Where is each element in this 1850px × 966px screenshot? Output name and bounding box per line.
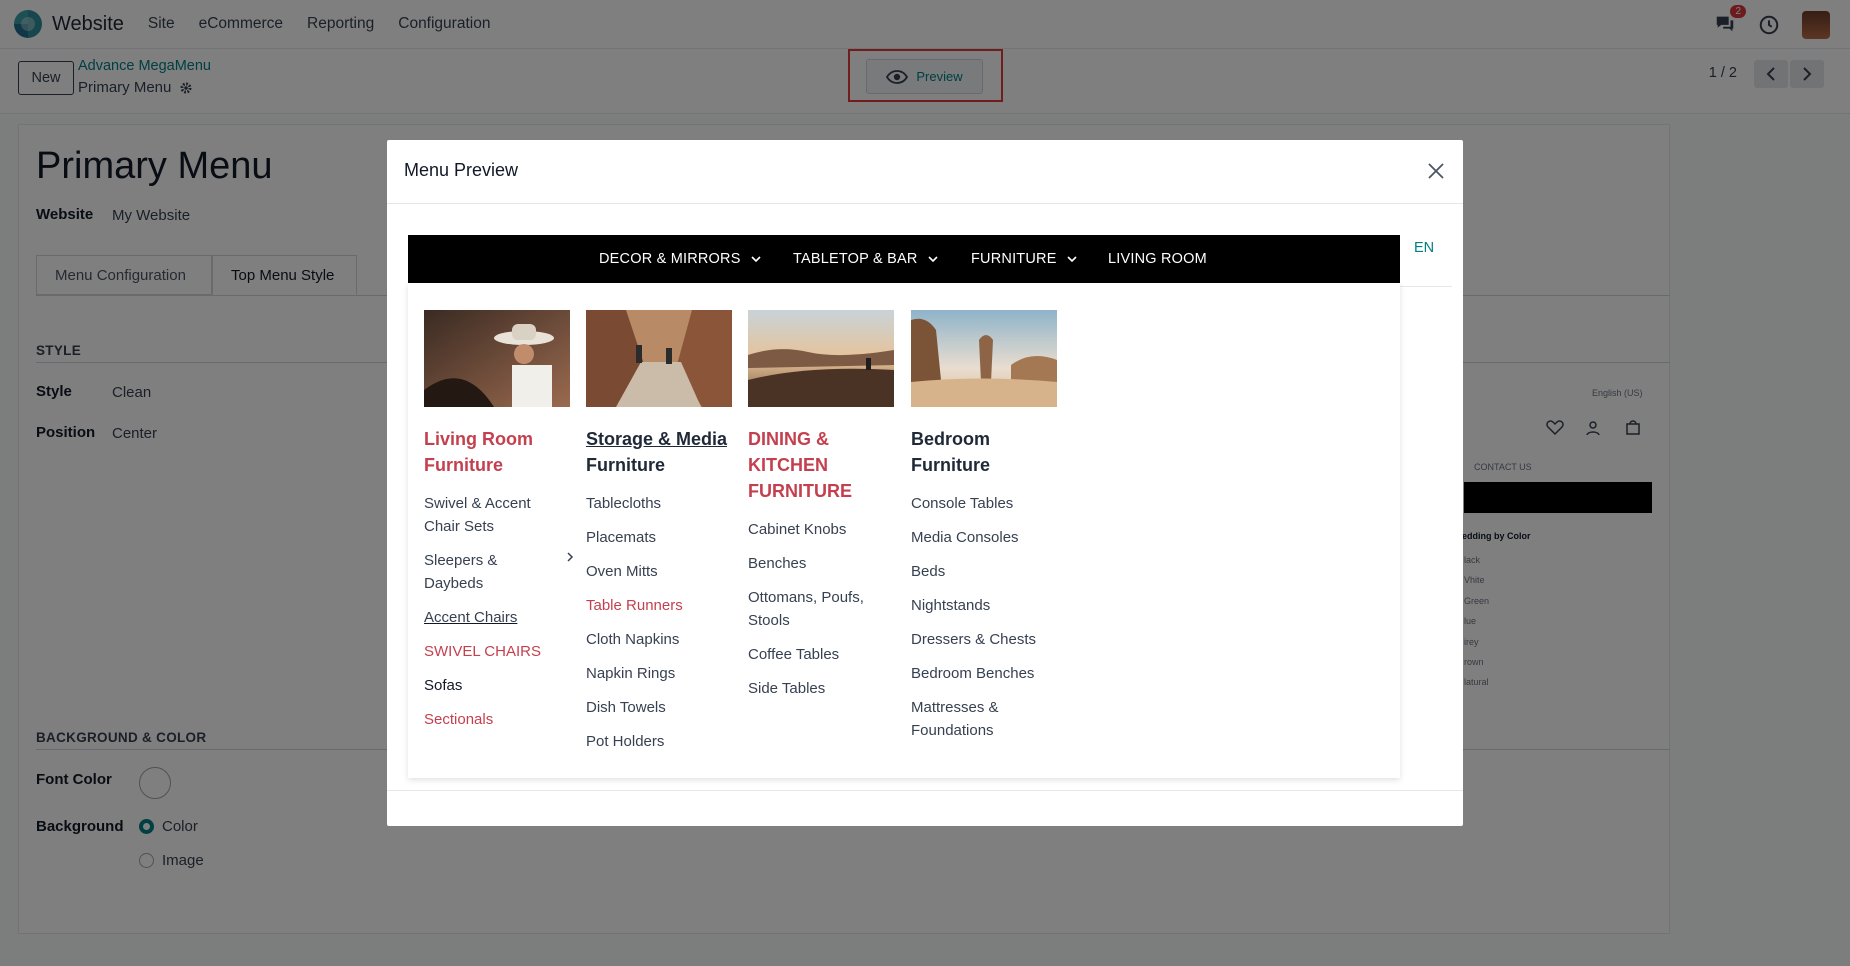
list-item[interactable]: Swivel & Accent Chair Sets — [424, 492, 544, 538]
column-heading[interactable]: Living Room Furniture — [424, 426, 574, 478]
list-item[interactable]: Sofas — [424, 674, 574, 697]
list-item[interactable]: Side Tables — [748, 677, 898, 700]
heading-line: Storage & Media — [586, 426, 736, 452]
list-item[interactable]: Pot Holders — [586, 730, 736, 753]
list-item[interactable]: Cloth Napkins — [586, 628, 736, 651]
dialog-footer-divider — [387, 790, 1463, 791]
list-item[interactable]: Table Runners — [586, 594, 736, 617]
list-item[interactable]: Sectionals — [424, 708, 574, 731]
list-item[interactable]: Console Tables — [911, 492, 1061, 515]
list-item[interactable]: Mattresses & Foundations — [911, 696, 1021, 742]
close-icon[interactable] — [1427, 162, 1445, 180]
megamenu-column-1: Living Room Furniture Swivel & Accent Ch… — [424, 310, 574, 742]
list-item[interactable]: Cabinet Knobs — [748, 518, 898, 541]
menu-preview-dialog: Menu Preview DECOR & MIRRORS TABLETOP & … — [387, 140, 1463, 826]
bedroom-image[interactable] — [911, 310, 1057, 407]
storage-media-image[interactable] — [586, 310, 732, 407]
heading-line: DINING & — [748, 429, 829, 449]
chevron-down-icon — [751, 256, 761, 262]
heading-text: Storage & Media — [586, 429, 728, 449]
menu-item-label: TABLETOP & BAR — [793, 251, 918, 267]
list-item[interactable]: Tablecloths — [586, 492, 736, 515]
list-item[interactable]: Bedroom Benches — [911, 662, 1061, 685]
list-item[interactable]: Dish Towels — [586, 696, 736, 719]
heading-line: Furniture — [586, 455, 665, 475]
menu-item-label: FURNITURE — [971, 251, 1057, 267]
column-heading[interactable]: Storage & Media Furniture — [586, 426, 736, 478]
megamenu-dropdown: Living Room Furniture Swivel & Accent Ch… — [408, 283, 1400, 778]
megamenu-column-3: DINING & KITCHEN FURNITURE Cabinet Knobs… — [748, 310, 898, 711]
menu-item-tabletop-bar[interactable]: TABLETOP & BAR — [793, 235, 938, 283]
language-selector[interactable]: EN — [1414, 240, 1434, 256]
heading-line: Living Room — [424, 429, 533, 449]
list-item[interactable]: Nightstands — [911, 594, 1061, 617]
list-item-with-submenu[interactable]: Sleepers & Daybeds — [424, 549, 574, 595]
living-room-image[interactable] — [424, 310, 570, 407]
menu-item-furniture[interactable]: FURNITURE — [971, 235, 1077, 283]
heading-line: Bedroom — [911, 429, 991, 449]
list-item[interactable]: Coffee Tables — [748, 643, 898, 666]
menu-item-living-room[interactable]: LIVING ROOM — [1108, 235, 1207, 283]
list-item[interactable]: Oven Mitts — [586, 560, 736, 583]
dialog-title: Menu Preview — [404, 160, 519, 180]
lang-divider — [1400, 286, 1452, 287]
list-item[interactable]: Accent Chairs — [424, 606, 574, 629]
megamenu-column-2: Storage & Media Furniture Tablecloths Pl… — [586, 310, 736, 764]
column-heading[interactable]: Bedroom Furniture — [911, 426, 1061, 478]
list-item-label: Sleepers & Daybeds — [424, 552, 498, 592]
dining-kitchen-image[interactable] — [748, 310, 894, 407]
heading-line: Furniture — [424, 455, 503, 475]
megamenu-column-4: Bedroom Furniture Console Tables Media C… — [911, 310, 1061, 753]
list-item[interactable]: Benches — [748, 552, 898, 575]
menu-item-label: DECOR & MIRRORS — [599, 251, 741, 267]
menu-item-decor-mirrors[interactable]: DECOR & MIRRORS — [599, 235, 761, 283]
menu-item-label: LIVING ROOM — [1108, 251, 1207, 267]
chevron-down-icon — [927, 256, 938, 262]
list-item[interactable]: SWIVEL CHAIRS — [424, 640, 574, 663]
list-item[interactable]: Placemats — [586, 526, 736, 549]
list-item[interactable]: Ottomans, Poufs, Stools — [748, 586, 878, 632]
heading-line: FURNITURE — [748, 481, 852, 501]
list-item-label: Accent Chairs — [424, 609, 518, 626]
chevron-right-icon — [567, 552, 574, 562]
dialog-header: Menu Preview — [387, 140, 1463, 204]
list-item[interactable]: Beds — [911, 560, 1061, 583]
heading-line: KITCHEN — [748, 455, 828, 475]
list-item[interactable]: Media Consoles — [911, 526, 1061, 549]
chevron-down-icon — [1067, 256, 1077, 262]
preview-menubar: DECOR & MIRRORS TABLETOP & BAR FURNITURE… — [408, 235, 1400, 283]
list-item[interactable]: Dressers & Chests — [911, 628, 1061, 651]
list-item[interactable]: Napkin Rings — [586, 662, 736, 685]
column-heading[interactable]: DINING & KITCHEN FURNITURE — [748, 426, 898, 504]
heading-line: Furniture — [911, 455, 990, 475]
